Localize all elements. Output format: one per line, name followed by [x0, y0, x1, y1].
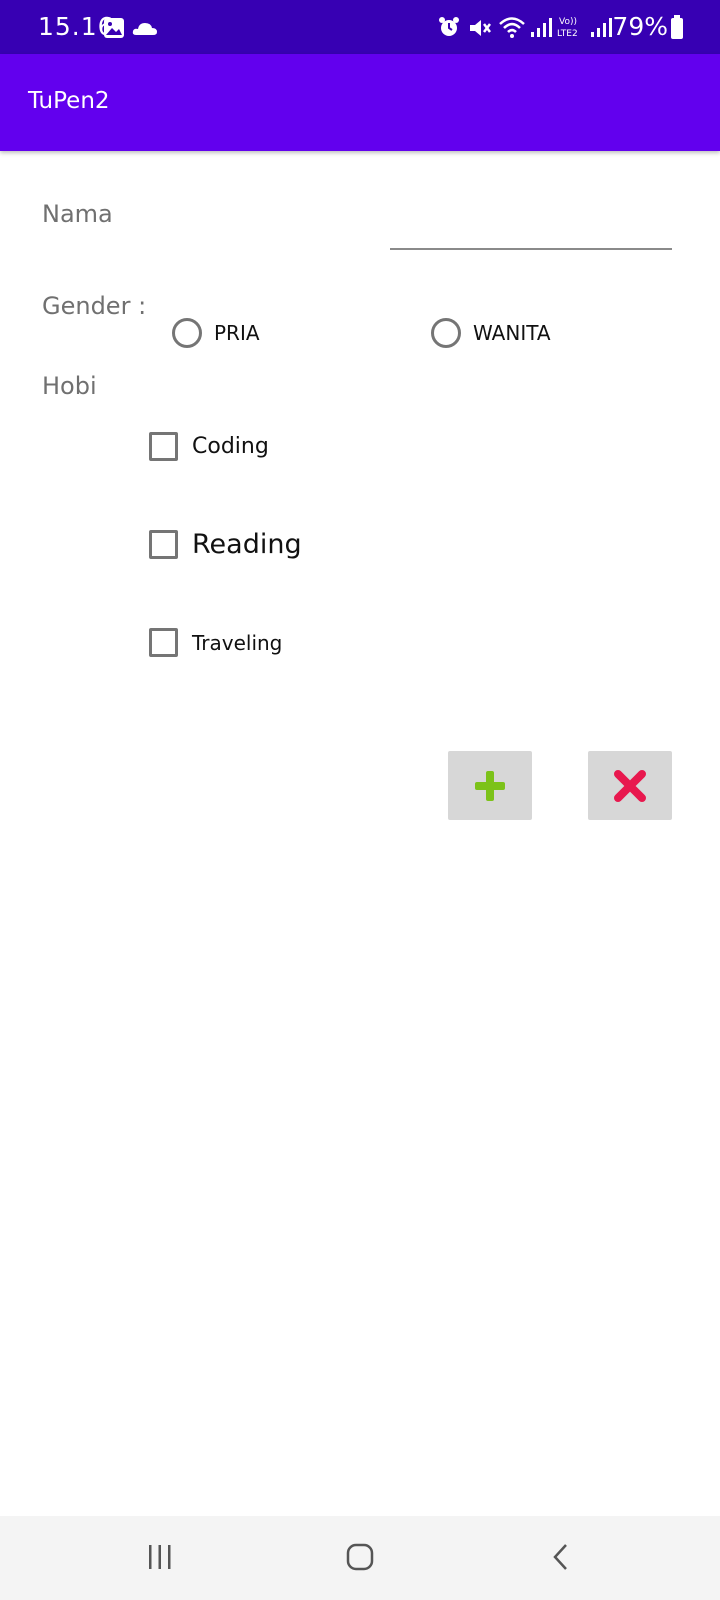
- checkbox[interactable]: [149, 628, 178, 657]
- app-bar: TuPen2: [0, 54, 720, 151]
- hobby-checkbox-traveling[interactable]: Traveling: [149, 628, 282, 657]
- alarm-icon: [439, 17, 459, 36]
- cloud-icon: [132, 23, 157, 35]
- volte-icon: Vo)) LTE2: [557, 17, 578, 39]
- hobby-checkbox-reading[interactable]: Reading: [149, 529, 302, 560]
- battery-percentage: 79%: [612, 12, 668, 41]
- battery-icon: [671, 15, 683, 39]
- cancel-button[interactable]: [588, 751, 672, 820]
- recent-apps-icon[interactable]: [146, 1543, 174, 1571]
- hobby-label: Hobi: [42, 372, 97, 400]
- home-icon[interactable]: [346, 1543, 374, 1571]
- checkbox-label: Coding: [192, 434, 269, 459]
- gender-option-wanita[interactable]: WANITA: [431, 318, 551, 348]
- radio-button[interactable]: [431, 318, 461, 348]
- add-button[interactable]: [448, 751, 532, 820]
- signal-icon: [531, 18, 552, 37]
- radio-label: WANITA: [473, 321, 551, 345]
- hobby-checkbox-coding[interactable]: Coding: [149, 432, 269, 461]
- radio-label: PRIA: [214, 321, 260, 345]
- svg-text:LTE2: LTE2: [557, 29, 578, 39]
- checkbox-label: Reading: [192, 529, 302, 560]
- signal-icon: [591, 18, 612, 37]
- wifi-icon: [499, 17, 525, 38]
- status-bar: 15.16 Vo)) LTE2 79%: [0, 0, 720, 54]
- app-title: TuPen2: [28, 88, 110, 114]
- close-icon: [614, 769, 646, 802]
- radio-button[interactable]: [172, 318, 202, 348]
- checkbox[interactable]: [149, 432, 178, 461]
- gender-label: Gender :: [42, 292, 147, 320]
- back-icon[interactable]: [551, 1543, 571, 1571]
- name-label: Nama: [42, 200, 113, 228]
- checkbox[interactable]: [149, 530, 178, 559]
- plus-icon: [475, 770, 505, 801]
- gallery-icon: [104, 18, 124, 38]
- mute-icon: [470, 20, 491, 36]
- name-input[interactable]: [390, 210, 672, 250]
- checkbox-label: Traveling: [192, 630, 283, 655]
- gender-option-pria[interactable]: PRIA: [172, 318, 260, 348]
- svg-text:Vo)): Vo)): [559, 17, 577, 27]
- navigation-bar: [0, 1516, 720, 1600]
